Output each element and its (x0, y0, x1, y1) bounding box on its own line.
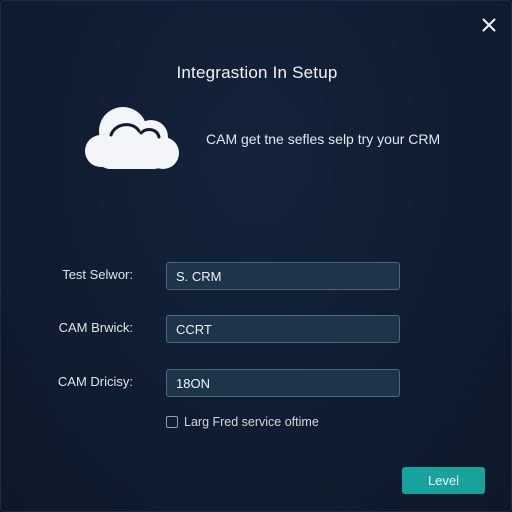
service-checkbox-label: Larg Fred service oftime (184, 415, 319, 429)
cloud-icon (85, 107, 179, 169)
cam-brwick-input[interactable] (166, 315, 400, 343)
test-selwor-input[interactable] (166, 262, 400, 290)
level-button[interactable]: Level (402, 467, 485, 494)
field-label-test-selwor: Test Selwor: (62, 267, 133, 282)
dialog-title: Integrastion In Setup (176, 63, 338, 82)
close-button[interactable] (477, 13, 501, 37)
close-icon (482, 18, 496, 32)
field-label-cam-dricisy: CAM Dricisy: (57, 374, 133, 389)
dialog-description: CAM get tne sefles selp try your CRM (206, 131, 441, 147)
integration-setup-dialog: Integrastion In Setup CAM get tne sefles… (0, 0, 512, 512)
service-checkbox[interactable] (166, 416, 178, 428)
cam-dricisy-input[interactable] (166, 369, 400, 397)
service-checkbox-row[interactable]: Larg Fred service oftime (166, 415, 319, 429)
field-label-cam-brwick: CAM Brwick: (58, 320, 133, 335)
